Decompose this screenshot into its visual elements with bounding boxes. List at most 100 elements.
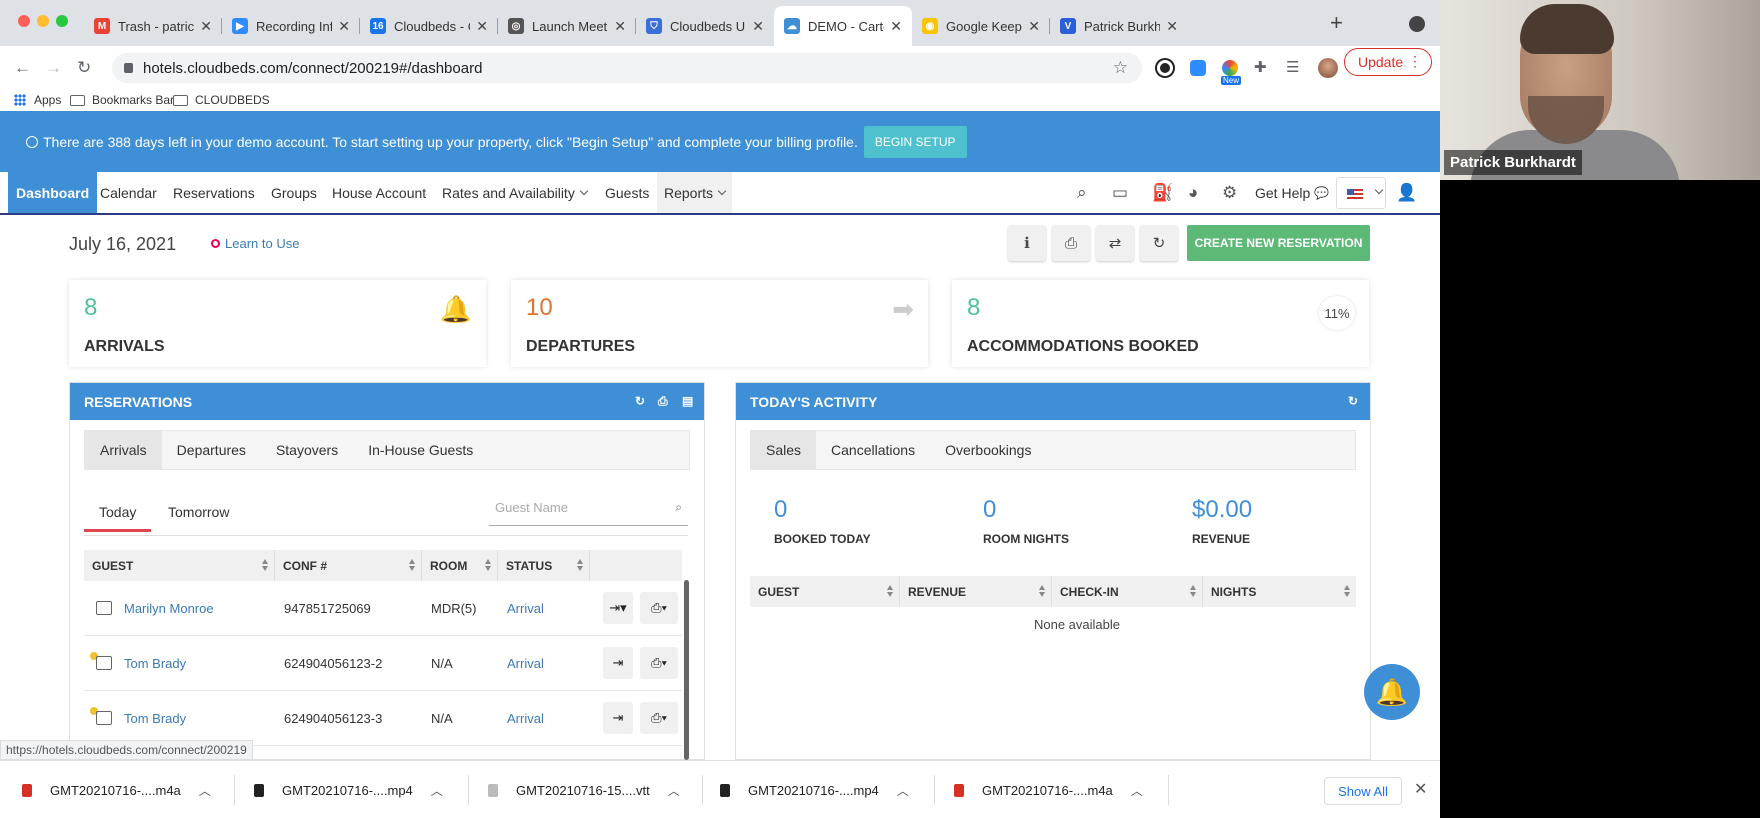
tab-overbookings[interactable]: Overbookings: [930, 431, 1046, 469]
minimize-window-button[interactable]: [37, 15, 49, 27]
tab-search-icon[interactable]: [1409, 16, 1425, 32]
column-header-room[interactable]: ROOM: [422, 550, 498, 581]
extension-icon[interactable]: [1157, 60, 1173, 76]
guest-name[interactable]: Tom Brady: [124, 656, 186, 671]
swap-button[interactable]: ⇄: [1096, 225, 1134, 261]
tab-today[interactable]: Today: [84, 504, 152, 532]
close-tab-icon[interactable]: ✕: [476, 18, 488, 35]
begin-setup-button[interactable]: BEGIN SETUP: [863, 125, 967, 158]
tab-in-house-guests[interactable]: In-House Guests: [353, 431, 488, 469]
card-icon[interactable]: ▭: [1112, 183, 1128, 203]
status-value[interactable]: Arrival: [507, 656, 544, 671]
browser-tab[interactable]: ▶ Recording Inform ✕: [222, 6, 360, 46]
edit-icon[interactable]: [96, 656, 112, 670]
nav-reports[interactable]: Reports: [657, 172, 733, 213]
bookmark-apps[interactable]: Apps: [14, 93, 61, 107]
column-header-status[interactable]: STATUS: [498, 550, 590, 581]
print-dropdown-button[interactable]: ⎙▾: [640, 702, 678, 734]
close-tab-icon[interactable]: ✕: [890, 18, 902, 35]
chevron-up-icon[interactable]: ︿: [897, 782, 909, 799]
bookmark-star-icon[interactable]: ☆: [1113, 58, 1128, 78]
nav-groups[interactable]: Groups: [264, 172, 324, 213]
nav-house-account[interactable]: House Account: [325, 172, 433, 213]
reload-icon[interactable]: ↻: [77, 58, 91, 78]
check-in-button[interactable]: ⇥▾: [603, 592, 633, 624]
nav-dashboard[interactable]: Dashboard: [8, 172, 98, 213]
tab-stayovers[interactable]: Stayovers: [261, 431, 353, 469]
nav-guests[interactable]: Guests: [598, 172, 656, 213]
refresh-icon[interactable]: ↻: [1348, 394, 1358, 408]
zoom-extension-icon[interactable]: [1190, 60, 1206, 76]
tab-tomorrow[interactable]: Tomorrow: [168, 504, 229, 520]
tab-sales[interactable]: Sales: [751, 431, 817, 469]
chevron-up-icon[interactable]: ︿: [1131, 782, 1143, 799]
document-icon[interactable]: ▤: [682, 394, 693, 408]
edit-icon[interactable]: [96, 601, 112, 615]
zoom-window-button[interactable]: [56, 15, 68, 27]
download-item[interactable]: GMT20210716-....mp4 ︿: [254, 761, 443, 818]
column-header-revenue[interactable]: REVENUE: [900, 576, 1052, 607]
nav-rates-availability[interactable]: Rates and Availability: [435, 172, 594, 213]
download-item[interactable]: GMT20210716-....mp4 ︿: [720, 761, 909, 818]
close-icon[interactable]: ✕: [1414, 779, 1427, 799]
check-in-button[interactable]: ⇥: [603, 702, 633, 734]
close-tab-icon[interactable]: ✕: [1166, 18, 1178, 35]
refresh-button[interactable]: ↻: [1140, 225, 1178, 261]
more-menu-icon[interactable]: ⋮: [1408, 53, 1422, 70]
printer-icon[interactable]: ⎙: [658, 394, 668, 409]
close-tab-icon[interactable]: ✕: [200, 18, 212, 35]
browser-tab[interactable]: V Patrick Burkhar ✕: [1050, 6, 1188, 46]
nav-reservations[interactable]: Reservations: [166, 172, 262, 213]
tab-arrivals[interactable]: Arrivals: [85, 431, 162, 469]
column-header-guest[interactable]: GUEST: [84, 550, 275, 581]
close-window-button[interactable]: [18, 15, 30, 27]
browser-tab[interactable]: M Trash - patrick.b ✕: [84, 6, 222, 46]
table-row[interactable]: Marilyn Monroe 947851725069 MDR(5) Arriv…: [84, 581, 682, 636]
forward-icon[interactable]: →: [45, 58, 62, 78]
edit-icon[interactable]: [96, 711, 112, 725]
language-selector[interactable]: [1336, 177, 1386, 209]
close-tab-icon[interactable]: ✕: [614, 18, 626, 35]
column-header-guest[interactable]: GUEST: [750, 576, 900, 607]
guest-name[interactable]: Tom Brady: [124, 711, 186, 726]
download-item[interactable]: GMT20210716-15....vtt ︿: [488, 761, 680, 818]
search-icon[interactable]: ⌕: [675, 500, 682, 515]
user-icon[interactable]: 👤: [1396, 183, 1417, 203]
close-tab-icon[interactable]: ✕: [338, 18, 350, 35]
print-button[interactable]: ⎙: [1052, 225, 1090, 261]
accommodations-booked-card[interactable]: 8 ACCOMMODATIONS BOOKED 11%: [952, 280, 1369, 367]
browser-tab-active[interactable]: ☁ DEMO - Carte Bl ✕: [774, 6, 912, 46]
arrivals-card[interactable]: 8 ARRIVALS 🔔: [69, 280, 486, 367]
search-icon[interactable]: ⌕: [1077, 183, 1087, 203]
guest-name[interactable]: Marilyn Monroe: [124, 601, 214, 616]
column-header-conf[interactable]: CONF #: [275, 550, 422, 581]
address-bar[interactable]: hotels.cloudbeds.com/connect/200219#/das…: [112, 53, 1142, 83]
chevron-up-icon[interactable]: ︿: [199, 782, 211, 799]
notifications-bell-button[interactable]: 🔔: [1364, 664, 1420, 720]
departures-card[interactable]: 10 DEPARTURES ➡: [511, 280, 928, 367]
new-tab-button[interactable]: +: [1330, 10, 1343, 36]
column-header-check-in[interactable]: CHECK-IN: [1052, 576, 1203, 607]
print-dropdown-button[interactable]: ⎙▾: [640, 647, 678, 679]
chevron-up-icon[interactable]: ︿: [668, 782, 680, 799]
housekeeping-icon[interactable]: ⛽: [1152, 183, 1173, 203]
back-icon[interactable]: ←: [14, 58, 31, 78]
bookmark-folder[interactable]: CLOUDBEDS: [173, 93, 270, 107]
browser-tab[interactable]: ⛉ Cloudbeds Unive ✕: [636, 6, 774, 46]
tab-departures[interactable]: Departures: [162, 431, 261, 469]
nav-calendar[interactable]: Calendar: [93, 172, 164, 213]
table-row[interactable]: Tom Brady 624904056123-3 N/A Arrival ⇥ ⎙…: [84, 691, 682, 746]
get-help-link[interactable]: Get Help 💬: [1248, 172, 1336, 213]
table-row[interactable]: Tom Brady 624904056123-2 N/A Arrival ⇥ ⎙…: [84, 636, 682, 691]
extension-icon[interactable]: [1222, 60, 1238, 76]
close-tab-icon[interactable]: ✕: [1028, 18, 1040, 35]
pie-chart-icon[interactable]: ◕: [1188, 183, 1198, 203]
close-tab-icon[interactable]: ✕: [752, 18, 764, 35]
create-reservation-button[interactable]: CREATE NEW RESERVATION: [1187, 225, 1370, 261]
show-all-downloads-button[interactable]: Show All: [1324, 777, 1402, 805]
status-value[interactable]: Arrival: [507, 711, 544, 726]
status-value[interactable]: Arrival: [507, 601, 544, 616]
learn-to-use-link[interactable]: Learn to Use: [211, 236, 299, 251]
puzzle-icon[interactable]: ✚: [1254, 58, 1267, 76]
info-button[interactable]: ℹ: [1008, 225, 1046, 261]
